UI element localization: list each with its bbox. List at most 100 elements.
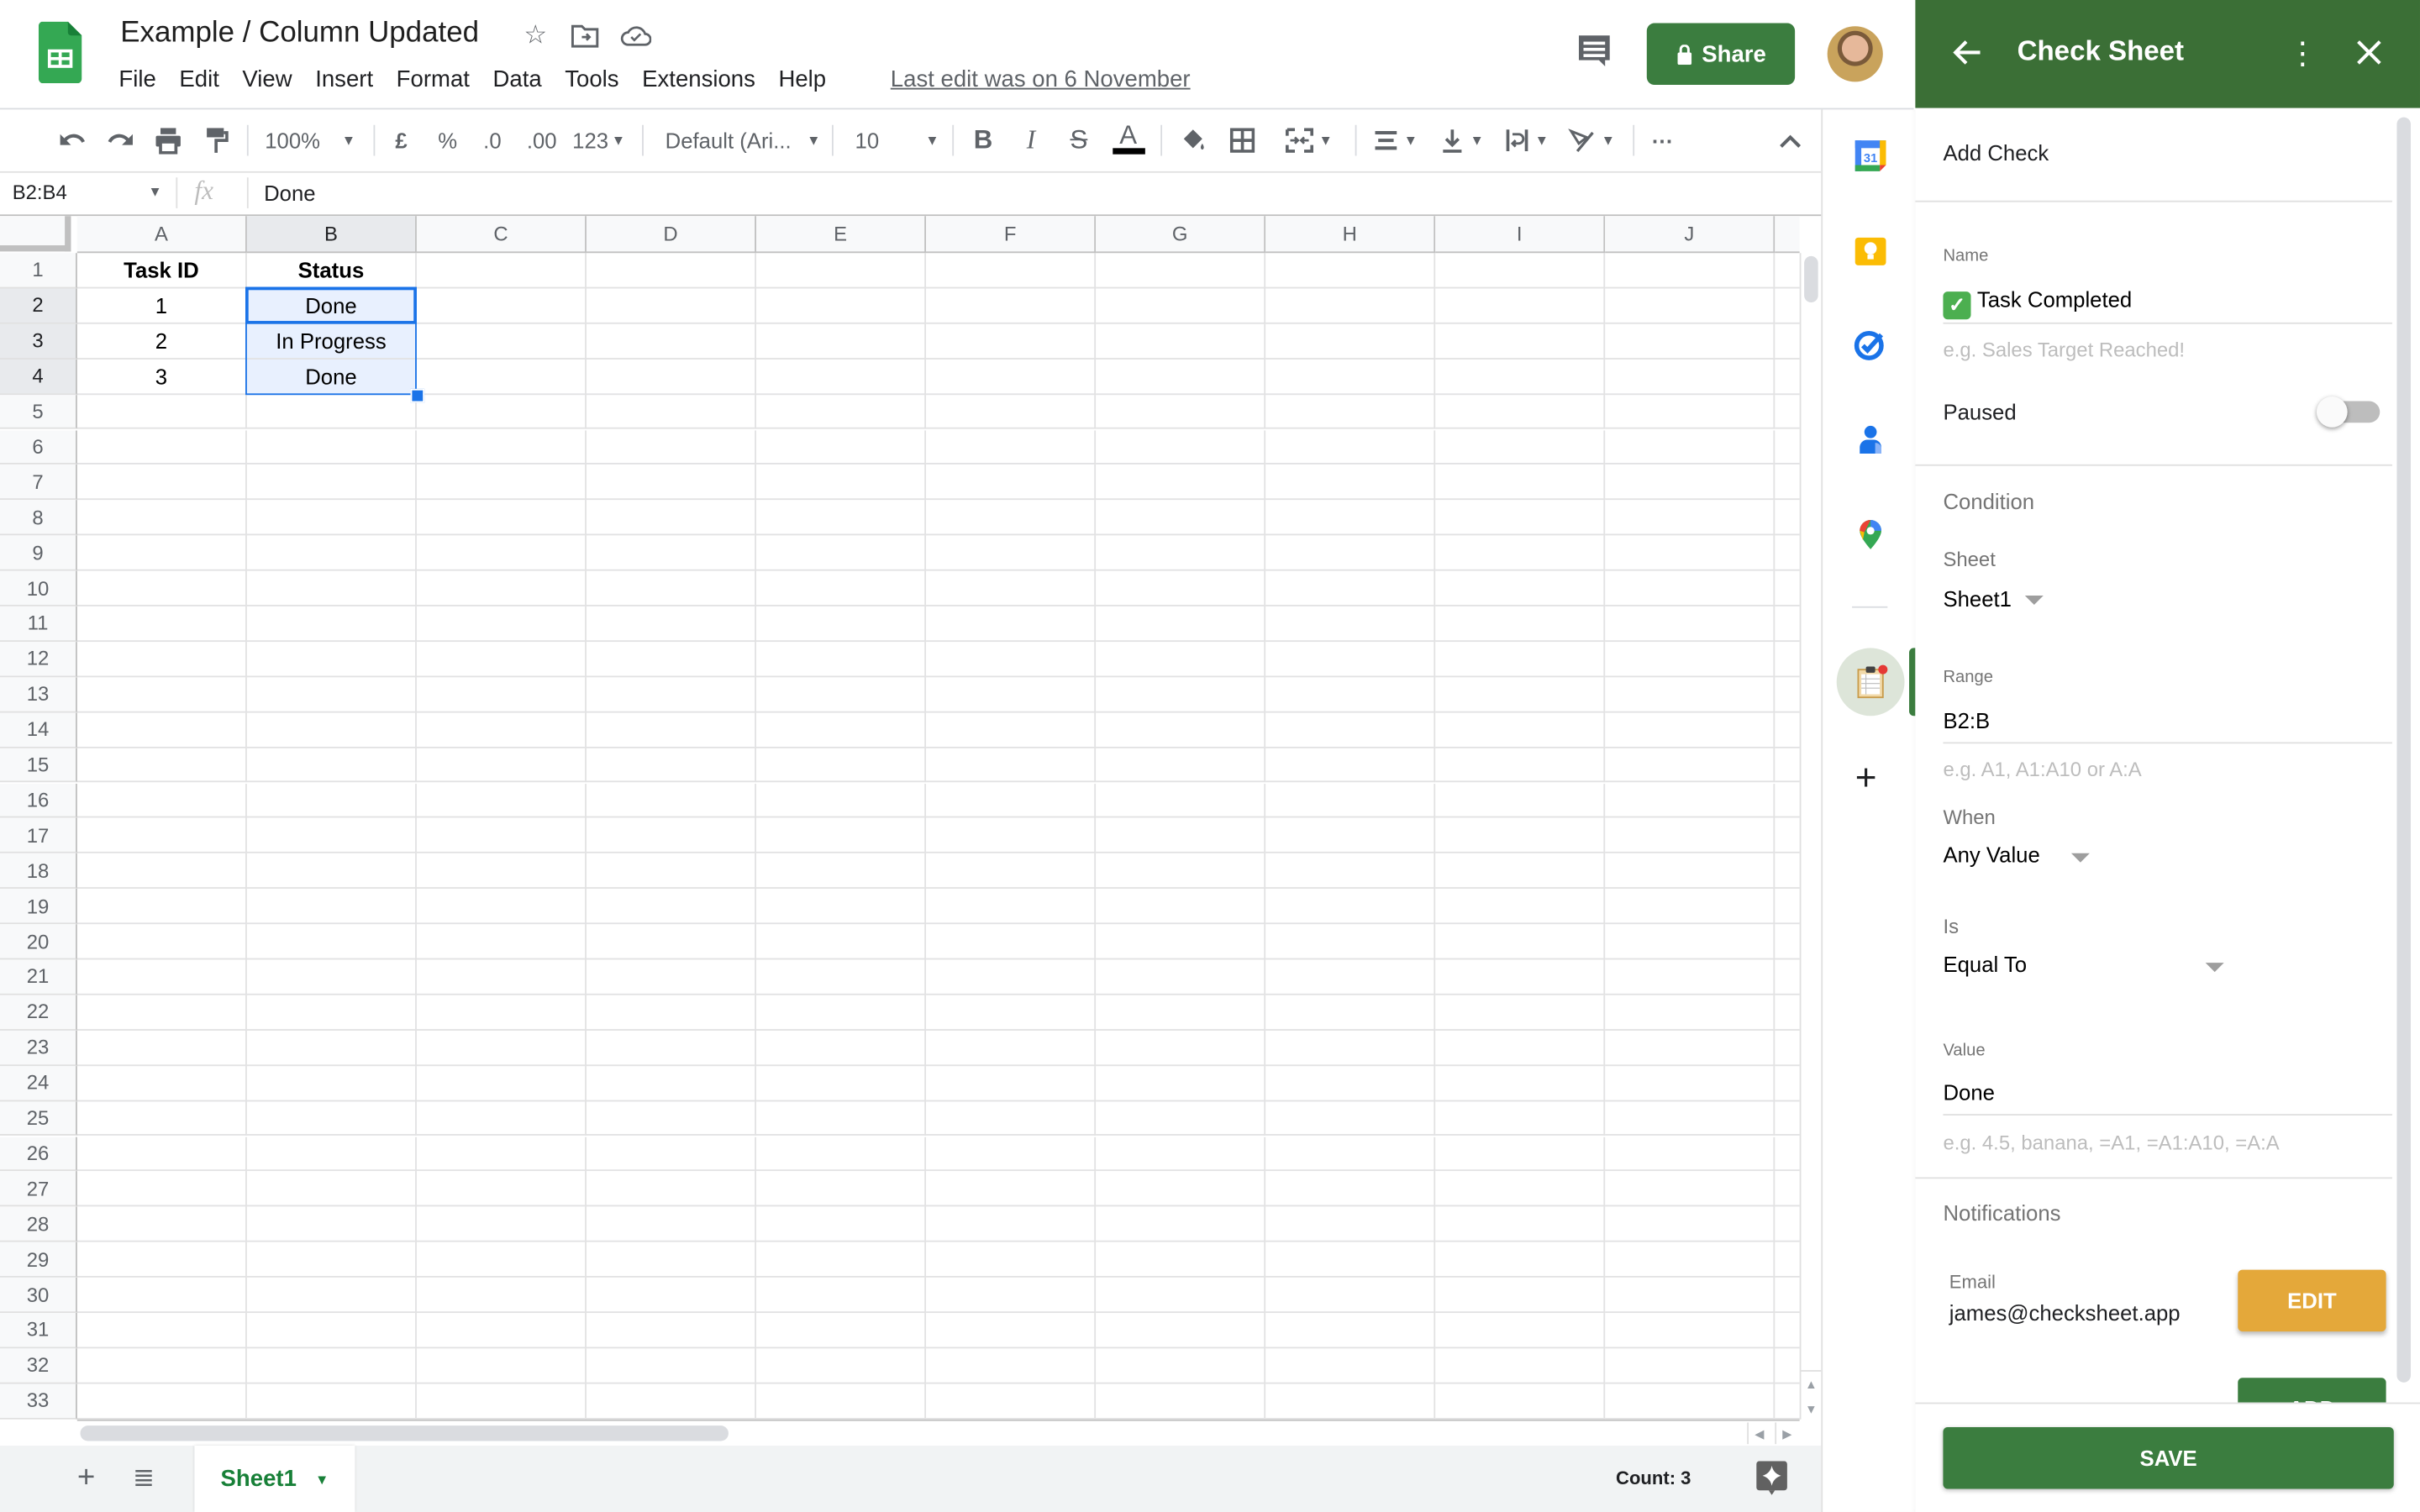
cell[interactable] <box>1265 535 1436 571</box>
cell[interactable]: Done <box>246 288 417 324</box>
cell[interactable] <box>1775 995 1800 1031</box>
cell[interactable] <box>246 924 417 960</box>
zoom-select[interactable]: 100% ▼ <box>260 122 361 159</box>
menu-tools[interactable]: Tools <box>565 66 629 92</box>
cell[interactable] <box>926 959 1097 995</box>
cell[interactable] <box>76 748 247 784</box>
cell[interactable] <box>1096 889 1266 925</box>
cell[interactable] <box>586 1065 756 1101</box>
cell[interactable] <box>76 959 247 995</box>
cell[interactable] <box>1435 394 1606 430</box>
cell[interactable] <box>416 959 587 995</box>
cell[interactable] <box>1775 1348 1800 1384</box>
cell[interactable] <box>76 1313 247 1349</box>
cell[interactable] <box>1605 924 1776 960</box>
cell[interactable] <box>755 1348 927 1384</box>
cell[interactable] <box>1435 748 1606 784</box>
cell[interactable] <box>246 1030 417 1066</box>
cell[interactable] <box>755 429 927 465</box>
cell[interactable]: Status <box>246 253 417 289</box>
cell[interactable] <box>1096 995 1266 1031</box>
cell[interactable] <box>755 748 927 784</box>
row-header[interactable]: 2 <box>0 288 77 324</box>
cell[interactable] <box>76 676 247 712</box>
cell[interactable] <box>1605 359 1776 395</box>
share-button[interactable]: Share <box>1646 23 1796 86</box>
cell[interactable] <box>1605 853 1776 890</box>
cell[interactable] <box>1096 959 1266 995</box>
cell[interactable] <box>755 1136 927 1172</box>
cell[interactable] <box>1775 1066 1800 1101</box>
row-header[interactable]: 21 <box>0 959 77 995</box>
cell[interactable] <box>416 1313 587 1349</box>
cell[interactable] <box>1775 712 1800 748</box>
cell[interactable] <box>1265 323 1436 360</box>
cell[interactable] <box>1775 465 1800 501</box>
cell[interactable] <box>246 606 417 642</box>
cell[interactable] <box>416 924 587 960</box>
cell[interactable] <box>1435 959 1606 995</box>
column-header-a[interactable]: A <box>76 216 247 254</box>
cell[interactable] <box>416 359 587 395</box>
cell[interactable] <box>416 676 587 712</box>
google-tasks-icon[interactable] <box>1852 326 1889 363</box>
cell[interactable] <box>416 995 587 1031</box>
cell[interactable] <box>926 711 1097 748</box>
cloud-saved-icon[interactable] <box>620 20 652 51</box>
font-size-select[interactable]: 10 ▼ <box>846 122 945 159</box>
cell[interactable] <box>755 1030 927 1066</box>
cell[interactable] <box>1265 676 1436 712</box>
cell[interactable] <box>1096 535 1266 571</box>
scroll-up-arrow-icon[interactable]: ▲ <box>1801 1370 1822 1396</box>
menu-view[interactable]: View <box>242 66 302 92</box>
cell[interactable] <box>416 535 587 571</box>
row-header[interactable]: 15 <box>0 748 77 784</box>
row-header[interactable]: 24 <box>0 1065 77 1101</box>
cell[interactable] <box>1096 1136 1266 1172</box>
panel-scrollbar[interactable] <box>2396 117 2411 1383</box>
get-addons-plus-icon[interactable]: + <box>1855 758 1877 801</box>
save-button[interactable]: SAVE <box>1943 1426 2394 1489</box>
cell[interactable] <box>246 394 417 430</box>
cell[interactable] <box>1265 889 1436 925</box>
row-header[interactable]: 28 <box>0 1206 77 1242</box>
cell[interactable] <box>926 889 1097 925</box>
cell[interactable] <box>755 889 927 925</box>
cell[interactable] <box>1435 1242 1606 1278</box>
cell[interactable] <box>1775 1313 1800 1349</box>
cell[interactable] <box>416 1242 587 1278</box>
cell[interactable] <box>76 1383 247 1420</box>
sheet-tab-sheet1[interactable]: Sheet1 ▼ <box>194 1446 355 1512</box>
vertical-scrollbar-track[interactable] <box>1799 253 1823 1420</box>
cell[interactable]: 3 <box>76 359 247 395</box>
cell[interactable] <box>1435 1348 1606 1384</box>
cell[interactable] <box>1096 641 1266 677</box>
cell[interactable] <box>1096 359 1266 395</box>
cell[interactable] <box>1435 853 1606 890</box>
cell[interactable] <box>586 1383 756 1420</box>
cell[interactable] <box>1605 429 1776 465</box>
cell[interactable] <box>586 570 756 606</box>
cell[interactable] <box>1775 394 1800 430</box>
cell[interactable] <box>1435 641 1606 677</box>
cell[interactable] <box>1775 1031 1800 1066</box>
cell[interactable] <box>755 465 927 501</box>
cell[interactable] <box>76 1348 247 1384</box>
cell[interactable] <box>1096 676 1266 712</box>
cell[interactable] <box>1435 889 1606 925</box>
cell[interactable] <box>586 288 756 324</box>
cell[interactable] <box>586 1348 756 1384</box>
cell[interactable] <box>1265 959 1436 995</box>
cell[interactable] <box>1605 1277 1776 1314</box>
name-box[interactable]: B2:B4 <box>13 181 67 204</box>
row-header[interactable]: 6 <box>0 429 77 465</box>
star-icon[interactable]: ☆ <box>520 20 551 51</box>
cell[interactable] <box>1775 1101 1800 1137</box>
cell[interactable] <box>1435 606 1606 642</box>
cell[interactable] <box>246 641 417 677</box>
cell[interactable] <box>755 711 927 748</box>
cell[interactable] <box>416 323 587 360</box>
cell[interactable] <box>1775 1137 1800 1172</box>
cell[interactable] <box>1605 535 1776 571</box>
cell[interactable] <box>755 1313 927 1349</box>
